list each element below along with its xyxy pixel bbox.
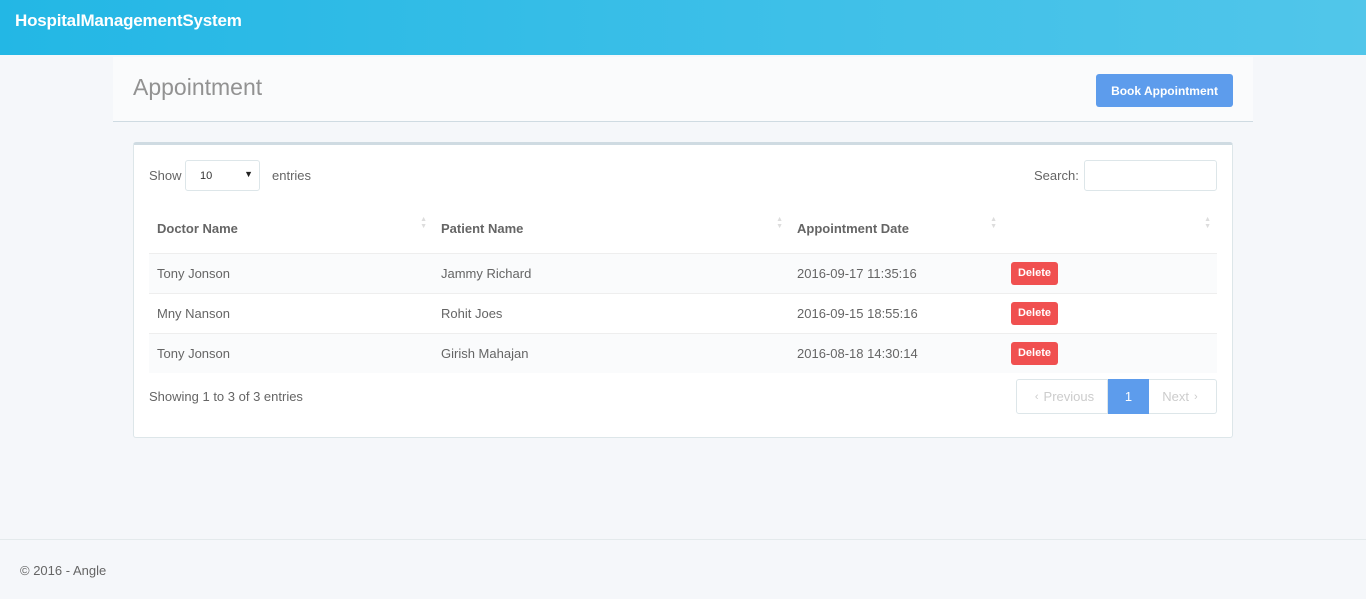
entries-length-select[interactable]: 10 ▼ bbox=[185, 160, 260, 191]
sort-icon: ▲ ▼ bbox=[420, 216, 427, 230]
action-cell: Delete bbox=[1003, 252, 1217, 293]
table-row: Mny Nanson Rohit Joes 2016-09-15 18:55:1… bbox=[149, 292, 1217, 333]
column-header-date[interactable]: Appointment Date ▲ ▼ bbox=[789, 205, 1003, 254]
doctor-name-cell: Tony Jonson bbox=[149, 332, 433, 373]
brand-logo-text[interactable]: HospitalManagementSystem bbox=[15, 11, 242, 31]
patient-name-cell: Girish Mahajan bbox=[433, 332, 789, 373]
pagination-next-label: Next bbox=[1162, 389, 1190, 404]
entries-label: entries bbox=[272, 168, 312, 183]
search-label: Search: bbox=[1034, 168, 1079, 183]
pagination-previous-button[interactable]: ‹ Previous bbox=[1016, 379, 1108, 414]
column-header-label: Patient Name bbox=[441, 221, 524, 237]
pagination: ‹ Previous 1 Next › bbox=[1016, 379, 1217, 414]
column-header-label: Appointment Date bbox=[797, 221, 909, 237]
delete-button[interactable]: Delete bbox=[1011, 261, 1058, 285]
show-label: Show bbox=[149, 168, 182, 183]
table-header-row: Doctor Name ▲ ▼ Patient Name ▲ ▼ Appointme… bbox=[149, 205, 1217, 254]
caret-down-icon: ▼ bbox=[244, 169, 253, 179]
search-input[interactable] bbox=[1084, 160, 1217, 191]
table-info-text: Showing 1 to 3 of 3 entries bbox=[149, 389, 303, 404]
appointments-table: Doctor Name ▲ ▼ Patient Name ▲ ▼ Appointme… bbox=[149, 205, 1217, 373]
action-cell: Delete bbox=[1003, 332, 1217, 373]
patient-name-cell: Rohit Joes bbox=[433, 292, 789, 333]
table-row: Tony Jonson Jammy Richard 2016-09-17 11:… bbox=[149, 252, 1217, 293]
entries-length-value: 10 bbox=[200, 170, 213, 182]
table-row: Tony Jonson Girish Mahajan 2016-08-18 14… bbox=[149, 332, 1217, 373]
column-header-label: Doctor Name bbox=[157, 221, 238, 237]
appointment-date-cell: 2016-08-18 14:30:14 bbox=[789, 332, 1003, 373]
sort-icon: ▲ ▼ bbox=[990, 216, 997, 230]
patient-name-cell: Jammy Richard bbox=[433, 252, 789, 293]
content-heading: Appointment Book Appointment bbox=[113, 57, 1253, 122]
footer: © 2016 - Angle bbox=[0, 539, 1366, 599]
column-header-action[interactable]: ▲ ▼ bbox=[1003, 205, 1217, 254]
chevron-right-icon: › bbox=[1194, 390, 1198, 403]
doctor-name-cell: Mny Nanson bbox=[149, 292, 433, 333]
appointment-date-cell: 2016-09-17 11:35:16 bbox=[789, 252, 1003, 293]
pagination-next-button[interactable]: Next › bbox=[1149, 379, 1217, 414]
book-appointment-button[interactable]: Book Appointment bbox=[1096, 74, 1233, 107]
sort-icon: ▲ ▼ bbox=[1204, 216, 1211, 230]
doctor-name-cell: Tony Jonson bbox=[149, 252, 433, 293]
appointment-date-cell: 2016-09-15 18:55:16 bbox=[789, 292, 1003, 333]
sort-icon: ▲ ▼ bbox=[776, 216, 783, 230]
top-navbar: HospitalManagementSystem bbox=[0, 0, 1366, 55]
delete-button[interactable]: Delete bbox=[1011, 341, 1058, 365]
pagination-previous-label: Previous bbox=[1043, 389, 1095, 404]
column-header-patient[interactable]: Patient Name ▲ ▼ bbox=[433, 205, 789, 254]
page-title: Appointment bbox=[133, 74, 263, 100]
pagination-page-button[interactable]: 1 bbox=[1108, 379, 1149, 414]
action-cell: Delete bbox=[1003, 292, 1217, 333]
chevron-left-icon: ‹ bbox=[1034, 390, 1039, 403]
column-header-doctor[interactable]: Doctor Name ▲ ▼ bbox=[149, 205, 433, 254]
delete-button[interactable]: Delete bbox=[1011, 301, 1058, 325]
appointments-panel: Show 10 ▼ entries Search: Doctor Name ▲ ▼… bbox=[133, 142, 1233, 438]
footer-text: © 2016 - Angle bbox=[20, 563, 107, 578]
